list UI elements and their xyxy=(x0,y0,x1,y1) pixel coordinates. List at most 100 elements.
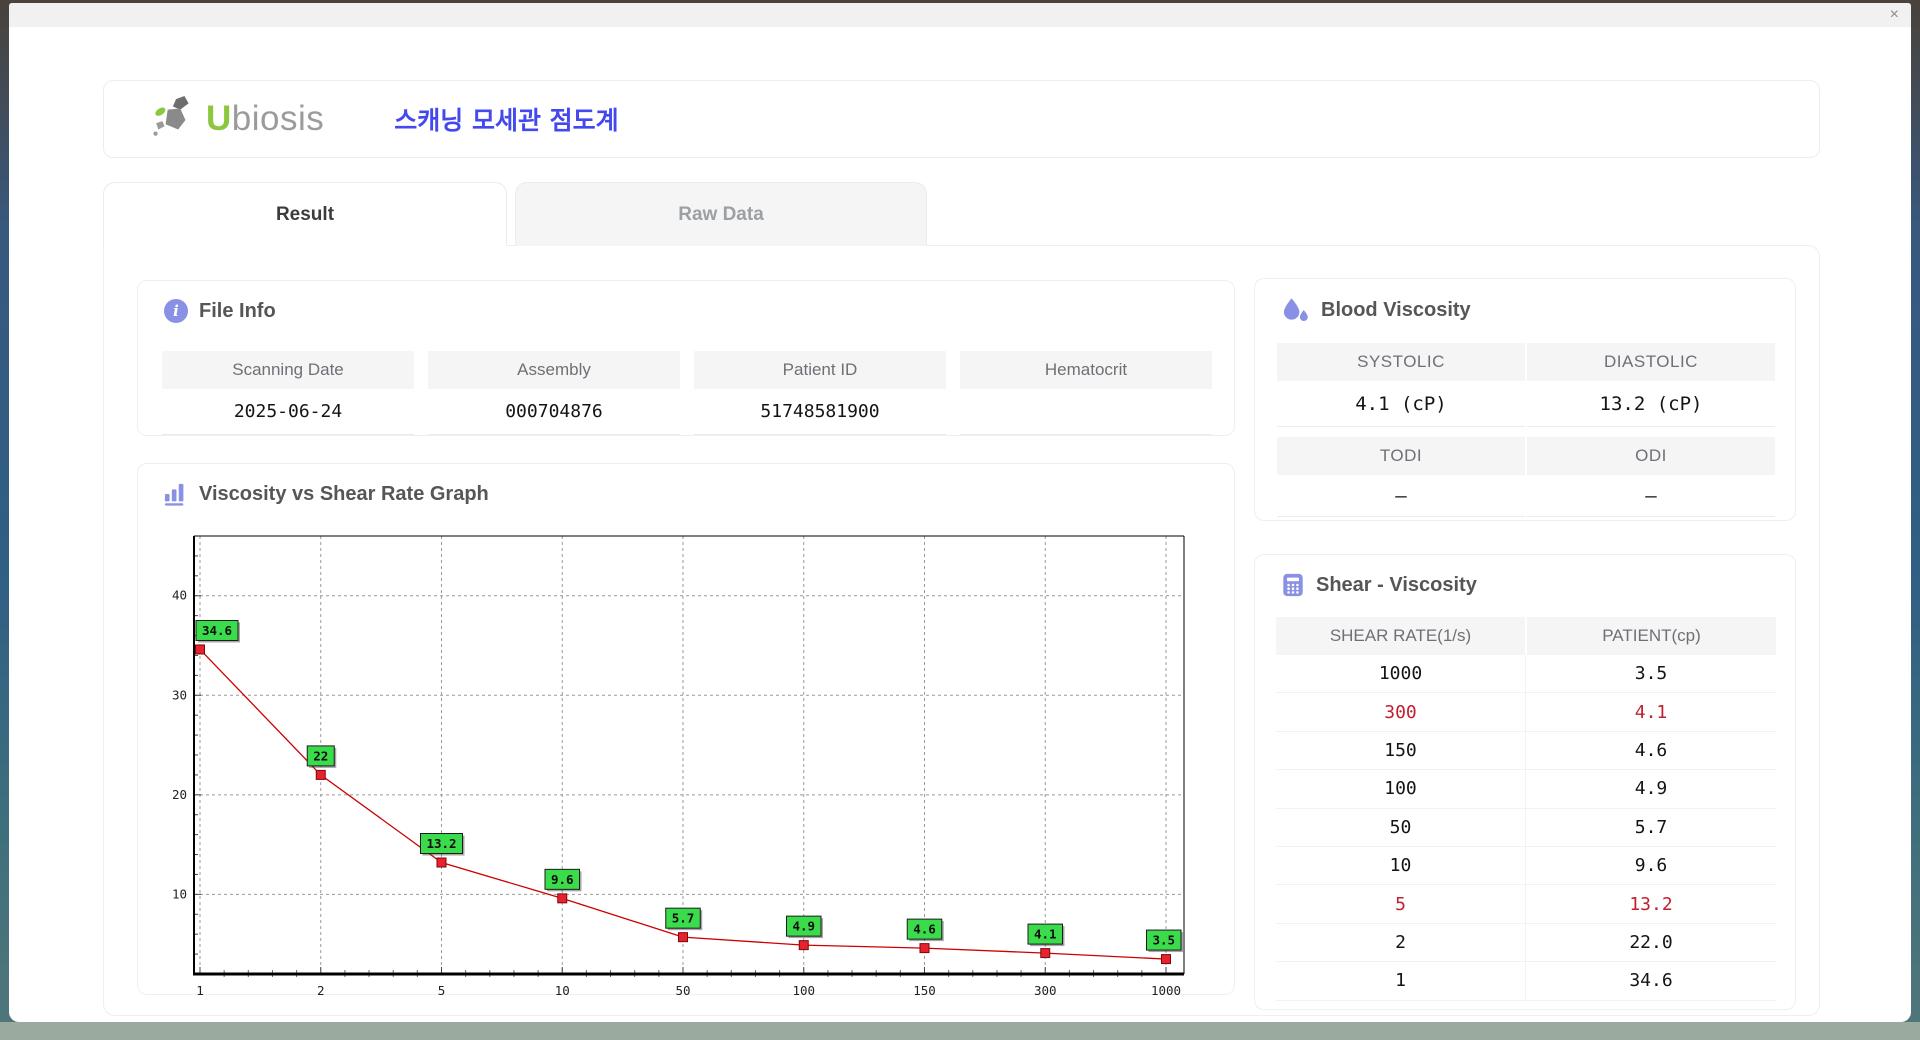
viscosity-graph-card: Viscosity vs Shear Rate Graph 10 20 30 40 1 2… xyxy=(137,463,1235,998)
bar-chart-icon xyxy=(164,483,184,506)
close-icon[interactable]: × xyxy=(1890,5,1899,25)
svg-text:10: 10 xyxy=(172,886,187,901)
svg-text:100: 100 xyxy=(792,983,815,998)
field-label: Hematocrit xyxy=(960,351,1212,389)
shear-rate-cell: 100 xyxy=(1276,770,1526,808)
svg-text:1: 1 xyxy=(196,983,204,998)
patient-viscosity-cell: 4.9 xyxy=(1634,778,1668,800)
patient-column-header: PATIENT(cp) xyxy=(1527,617,1776,655)
field-value: 2025-06-24 xyxy=(162,389,414,435)
field-scanning-date: Scanning Date 2025-06-24 xyxy=(162,351,414,435)
svg-text:40: 40 xyxy=(172,588,187,603)
brand-letters-biosis: biosis xyxy=(231,99,325,138)
shear-rate-cell: 1 xyxy=(1276,962,1526,1000)
systolic-diastolic-headers: SYSTOLIC DIASTOLIC xyxy=(1277,343,1775,381)
patient-viscosity-cell: 13.2 xyxy=(1629,893,1673,915)
field-value: 000704876 xyxy=(428,389,680,435)
file-info-title-row: i File Info xyxy=(164,299,276,323)
blood-viscosity-title-row: Blood Viscosity xyxy=(1281,297,1471,324)
shear-viscosity-title: Shear - Viscosity xyxy=(1316,573,1477,596)
patient-viscosity-cell: 34.6 xyxy=(1629,970,1673,992)
chart-plot-area: 10 20 30 40 1 2 5 10 50 100 150 300 1000 34.6 22 13.2 9.… xyxy=(172,535,1185,998)
shear-table-row: 100 4.9 xyxy=(1276,770,1776,809)
ubiosis-logo-icon xyxy=(153,96,189,136)
desktop-taskbar-strip xyxy=(0,1022,1920,1040)
result-content-panel: i File Info Scanning Date 2025-06-24 Ass… xyxy=(103,245,1820,1016)
svg-text:4.1: 4.1 xyxy=(1034,927,1057,942)
shear-table-row: 50 5.7 xyxy=(1276,808,1776,847)
ubiosis-logo: Ubiosis xyxy=(152,96,324,142)
shear-rate-cell: 50 xyxy=(1276,808,1526,846)
shear-table-header: SHEAR RATE(1/s) PATIENT(cp) xyxy=(1276,617,1776,655)
systolic-diastolic-values: 4.1 (cP) 13.2 (cP) xyxy=(1277,381,1775,427)
patient-viscosity-cell: 4.1 xyxy=(1634,701,1668,723)
odi-label: ODI xyxy=(1527,437,1775,475)
field-label: Scanning Date xyxy=(162,351,414,389)
systolic-value: 4.1 (cP) xyxy=(1277,381,1525,427)
shear-table-row: 150 4.6 xyxy=(1276,731,1776,771)
file-info-card: i File Info Scanning Date 2025-06-24 Ass… xyxy=(137,280,1235,436)
svg-text:5: 5 xyxy=(438,983,446,998)
graph-title: Viscosity vs Shear Rate Graph xyxy=(199,482,489,505)
field-label: Patient ID xyxy=(694,351,946,389)
file-info-title: File Info xyxy=(199,299,276,322)
odi-value: – xyxy=(1527,475,1775,517)
shear-table-row: 2 22.0 xyxy=(1276,923,1776,963)
shear-table-row: 1000 3.5 xyxy=(1276,655,1776,694)
viscosity-shear-chart: 10 20 30 40 1 2 5 10 50 100 150 300 1000 34.6 22 13.2 9.… xyxy=(164,530,1210,1012)
svg-text:10: 10 xyxy=(555,983,570,998)
info-icon: i xyxy=(164,299,188,323)
svg-text:22: 22 xyxy=(313,748,328,763)
svg-text:13.2: 13.2 xyxy=(426,836,456,851)
blood-viscosity-card: Blood Viscosity SYSTOLIC DIASTOLIC 4.1 (… xyxy=(1254,278,1796,521)
svg-text:50: 50 xyxy=(675,983,690,998)
field-value: 51748581900 xyxy=(694,389,946,435)
field-hematocrit: Hematocrit xyxy=(960,351,1212,435)
desktop-background: × Ubiosis 스캐닝 모세관 점도계 Result Raw Data i … xyxy=(0,0,1920,1040)
tab-raw-data[interactable]: Raw Data xyxy=(515,182,927,246)
todi-label: TODI xyxy=(1277,437,1525,475)
shear-table-row: 5 13.2 xyxy=(1276,885,1776,924)
todi-odi-headers: TODI ODI xyxy=(1277,437,1775,475)
shear-table-row: 1 34.6 xyxy=(1276,962,1776,1001)
svg-text:4.9: 4.9 xyxy=(792,919,815,934)
svg-text:34.6: 34.6 xyxy=(202,623,232,638)
systolic-label: SYSTOLIC xyxy=(1277,343,1525,381)
window-titlebar: × xyxy=(9,3,1911,27)
diastolic-value: 13.2 (cP) xyxy=(1527,381,1775,427)
header-card: Ubiosis 스캐닝 모세관 점도계 xyxy=(103,80,1820,158)
svg-text:5.7: 5.7 xyxy=(672,911,695,926)
shear-rate-cell: 1000 xyxy=(1276,655,1526,693)
water-drops-icon xyxy=(1283,298,1308,322)
shear-rate-cell: 10 xyxy=(1276,846,1526,885)
svg-text:150: 150 xyxy=(913,983,936,998)
shear-rate-cell: 5 xyxy=(1276,885,1526,923)
brand-text: Ubiosis xyxy=(206,99,324,139)
field-patient-id: Patient ID 51748581900 xyxy=(694,351,946,435)
svg-text:9.6: 9.6 xyxy=(551,872,574,887)
calculator-icon xyxy=(1283,573,1303,597)
app-title-korean: 스캐닝 모세관 점도계 xyxy=(394,106,619,135)
field-label: Assembly xyxy=(428,351,680,389)
app-window: × Ubiosis 스캐닝 모세관 점도계 Result Raw Data i … xyxy=(9,3,1911,1022)
file-info-fields: Scanning Date 2025-06-24 Assembly 000704… xyxy=(162,351,1212,435)
svg-text:1000: 1000 xyxy=(1151,983,1181,998)
shear-table-row: 300 4.1 xyxy=(1276,693,1776,732)
shear-table-body: 1000 3.5 300 4.1 150 4.6 100 4.9 50 5.7 10 9.6 5 13.2… xyxy=(1276,655,1776,1001)
svg-text:2: 2 xyxy=(317,983,325,998)
shear-viscosity-card: Shear - Viscosity SHEAR RATE(1/s) PATIEN… xyxy=(1254,554,1796,1010)
patient-viscosity-cell: 3.5 xyxy=(1634,663,1668,685)
patient-viscosity-cell: 9.6 xyxy=(1634,855,1668,877)
shear-rate-cell: 150 xyxy=(1276,731,1526,770)
shear-viscosity-title-row: Shear - Viscosity xyxy=(1281,573,1477,597)
shear-rate-cell: 2 xyxy=(1276,923,1526,962)
patient-viscosity-cell: 5.7 xyxy=(1634,816,1668,838)
blood-viscosity-title: Blood Viscosity xyxy=(1321,299,1471,321)
svg-text:3.5: 3.5 xyxy=(1152,933,1175,948)
brand-letter-u: U xyxy=(206,99,232,138)
diastolic-label: DIASTOLIC xyxy=(1527,343,1775,381)
todi-odi-values: – – xyxy=(1277,475,1775,517)
tab-result[interactable]: Result xyxy=(103,182,507,246)
field-assembly: Assembly 000704876 xyxy=(428,351,680,435)
tab-bar: Result Raw Data xyxy=(103,182,927,246)
